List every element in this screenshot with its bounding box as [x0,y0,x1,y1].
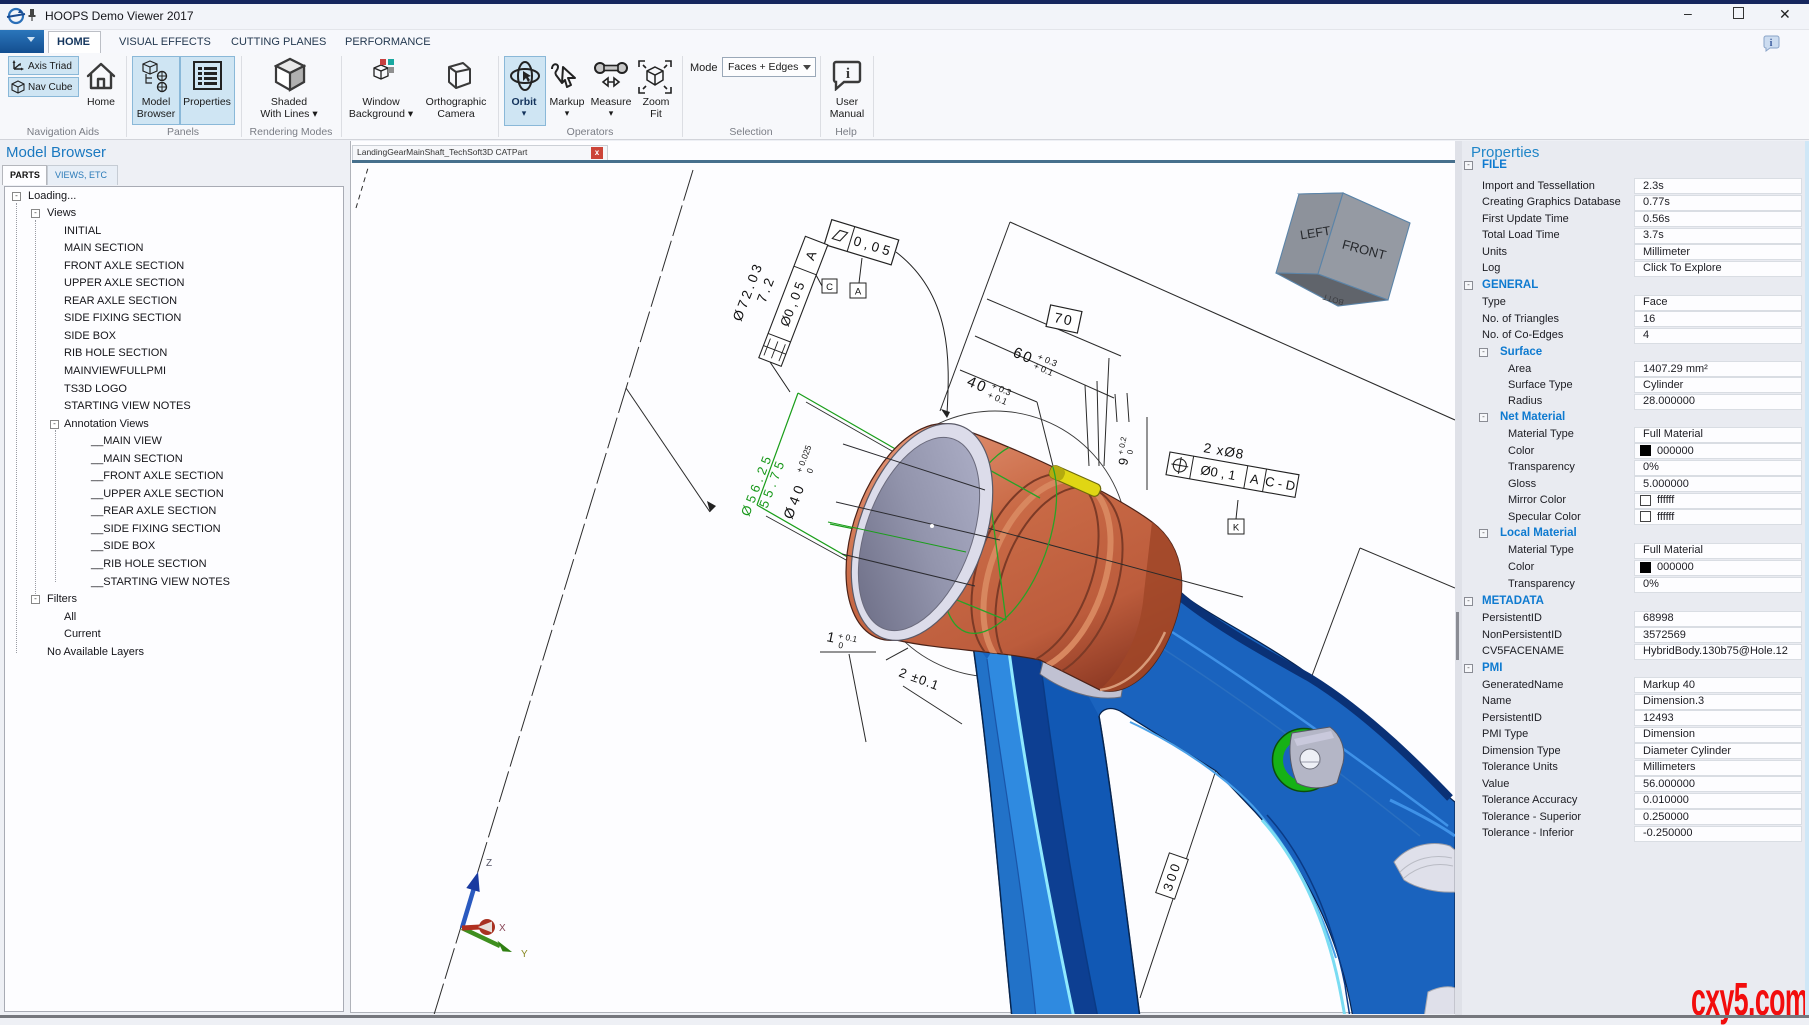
svg-text:Ø40: Ø40 [780,479,809,521]
svg-text:A: A [855,287,862,298]
svg-text:K: K [1233,523,1240,534]
svg-text:9: 9 [1115,457,1131,467]
svg-text:Y: Y [521,949,528,960]
svg-text:0: 0 [1125,449,1135,456]
svg-text:1: 1 [825,628,836,645]
svg-text:i: i [846,66,850,82]
svg-text:0: 0 [804,467,815,475]
svg-text:C: C [826,282,833,293]
svg-text:Z: Z [486,858,492,869]
svg-text:X: X [499,923,506,934]
svg-text:2 ±0.1: 2 ±0.1 [897,665,942,693]
svg-text:40: 40 [964,373,990,397]
svg-text:i: i [1770,38,1773,49]
svg-text:0: 0 [837,640,844,651]
svg-text:60: 60 [1010,344,1036,368]
